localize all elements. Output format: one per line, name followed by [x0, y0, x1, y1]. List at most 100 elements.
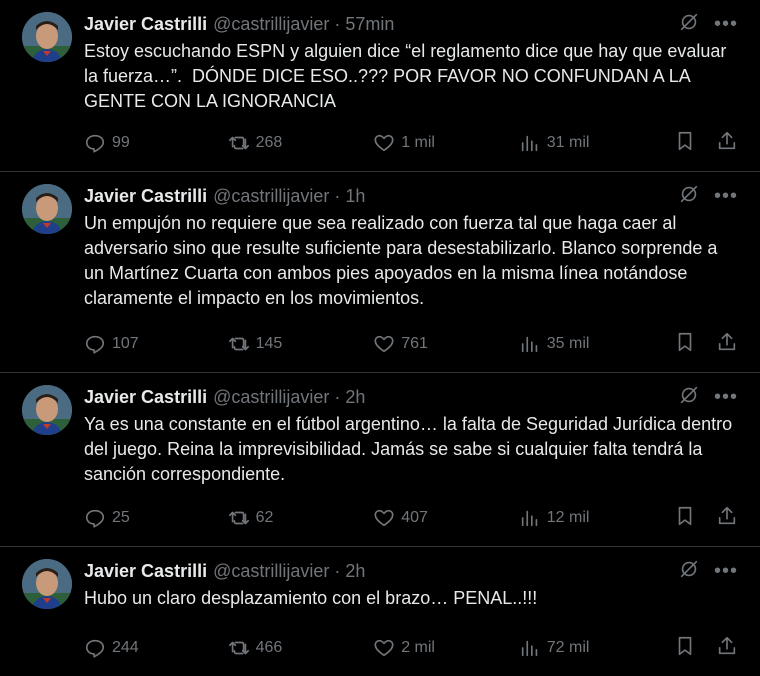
views-count: 35 mil: [546, 335, 590, 352]
bookmark-button[interactable]: [674, 505, 696, 532]
like-button[interactable]: 407: [373, 507, 519, 529]
bookmark-button[interactable]: [674, 331, 696, 358]
avatar[interactable]: [22, 12, 72, 62]
avatar-image: [22, 12, 72, 62]
reply-button[interactable]: 244: [84, 637, 228, 659]
grok-icon[interactable]: [678, 384, 700, 411]
tweet-header: Javier Castrilli @castrillijavier · 57mi…: [84, 12, 744, 36]
like-icon: [374, 509, 394, 527]
separator-dot: ·: [334, 560, 341, 581]
share-button[interactable]: [716, 130, 738, 157]
tweet-actions: 25 62 407 12 mil: [84, 506, 738, 530]
like-button[interactable]: 2 mil: [373, 637, 519, 659]
grok-icon[interactable]: [678, 558, 700, 585]
tweet-time[interactable]: 1h: [345, 186, 365, 207]
reply-button[interactable]: 25: [84, 507, 228, 529]
reply-icon: [85, 335, 105, 354]
views-button[interactable]: 12 mil: [519, 507, 674, 529]
retweet-count: 145: [255, 335, 283, 352]
avatar-image: [22, 385, 72, 435]
retweet-count: 62: [255, 509, 274, 526]
author-handle[interactable]: @castrillijavier: [213, 561, 329, 582]
author-handle[interactable]: @castrillijavier: [213, 186, 329, 207]
avatar-image: [22, 184, 72, 234]
tweet[interactable]: Javier Castrilli @castrillijavier · 1h U…: [0, 172, 760, 373]
views-button[interactable]: 72 mil: [519, 637, 674, 659]
more-icon[interactable]: •••: [714, 14, 738, 34]
share-icon: [718, 636, 736, 654]
share-button[interactable]: [716, 331, 738, 358]
like-icon: [374, 134, 394, 152]
bookmark-icon: [678, 636, 692, 655]
bookmark-icon: [678, 332, 692, 351]
author-handle[interactable]: @castrillijavier: [213, 14, 329, 35]
reply-button[interactable]: 99: [84, 132, 228, 154]
avatar[interactable]: [22, 559, 72, 609]
more-icon[interactable]: •••: [714, 387, 738, 407]
retweet-button[interactable]: 62: [228, 507, 374, 529]
retweet-button[interactable]: 145: [228, 333, 374, 355]
views-count: 72 mil: [546, 639, 590, 656]
views-count: 31 mil: [546, 134, 590, 151]
like-count: 2 mil: [401, 639, 435, 656]
bookmark-button[interactable]: [674, 130, 696, 157]
separator-dot: ·: [334, 13, 341, 34]
tweet-text: Hubo un claro desplazamiento con el braz…: [84, 588, 538, 608]
tweet[interactable]: Javier Castrilli @castrillijavier · 2h Y…: [0, 373, 760, 547]
tweet[interactable]: Javier Castrilli @castrillijavier · 57mi…: [0, 0, 760, 172]
reply-icon: [85, 639, 105, 658]
separator-dot: ·: [334, 386, 341, 407]
tweet-header: Javier Castrilli @castrillijavier · 2h: [84, 385, 744, 409]
author-handle[interactable]: @castrillijavier: [213, 387, 329, 408]
grok-icon[interactable]: [678, 11, 700, 38]
tweet-time[interactable]: 2h: [345, 387, 365, 408]
views-button[interactable]: 35 mil: [519, 333, 674, 355]
share-button[interactable]: [716, 635, 738, 662]
reply-icon: [85, 134, 105, 153]
bookmark-icon: [678, 131, 692, 150]
retweet-icon: [228, 136, 249, 150]
tweet-actions: 99 268 1 mil 31 mil: [84, 131, 738, 155]
tweet-time[interactable]: 57min: [345, 14, 394, 35]
avatar[interactable]: [22, 184, 72, 234]
tweet-actions: 244 466 2 mil 72 mil: [84, 636, 738, 660]
avatar[interactable]: [22, 385, 72, 435]
more-icon[interactable]: •••: [714, 186, 738, 206]
reply-icon: [85, 509, 105, 528]
reply-button[interactable]: 107: [84, 333, 228, 355]
retweet-icon: [228, 641, 249, 655]
tweet[interactable]: Javier Castrilli @castrillijavier · 2h H…: [0, 547, 760, 676]
share-icon: [718, 131, 736, 149]
separator-dot: ·: [334, 185, 341, 206]
tweet-text: Estoy escuchando ESPN y alguien dice “el…: [84, 41, 732, 111]
avatar-image: [22, 559, 72, 609]
retweet-count: 268: [255, 134, 283, 151]
author-name[interactable]: Javier Castrilli: [84, 186, 207, 207]
grok-icon[interactable]: [678, 183, 700, 210]
share-button[interactable]: [716, 505, 738, 532]
share-icon: [718, 506, 736, 524]
author-name[interactable]: Javier Castrilli: [84, 561, 207, 582]
views-icon: [521, 336, 537, 353]
share-icon: [718, 332, 736, 350]
views-icon: [521, 510, 537, 527]
retweet-button[interactable]: 268: [228, 132, 374, 154]
author-name[interactable]: Javier Castrilli: [84, 14, 207, 35]
tweet-text: Un empujón no requiere que sea realizado…: [84, 213, 723, 308]
views-button[interactable]: 31 mil: [519, 132, 674, 154]
timeline: Javier Castrilli @castrillijavier · 57mi…: [0, 0, 760, 676]
more-icon[interactable]: •••: [714, 561, 738, 581]
like-button[interactable]: 1 mil: [373, 132, 519, 154]
retweet-button[interactable]: 466: [228, 637, 374, 659]
like-count: 761: [401, 335, 428, 352]
bookmark-button[interactable]: [674, 635, 696, 662]
author-name[interactable]: Javier Castrilli: [84, 387, 207, 408]
like-icon: [374, 639, 394, 657]
retweet-icon: [228, 511, 249, 525]
like-count: 1 mil: [401, 134, 435, 151]
like-button[interactable]: 761: [373, 333, 519, 355]
tweet-time[interactable]: 2h: [345, 561, 365, 582]
reply-count: 99: [112, 134, 130, 151]
like-count: 407: [401, 509, 428, 526]
reply-count: 244: [112, 639, 139, 656]
